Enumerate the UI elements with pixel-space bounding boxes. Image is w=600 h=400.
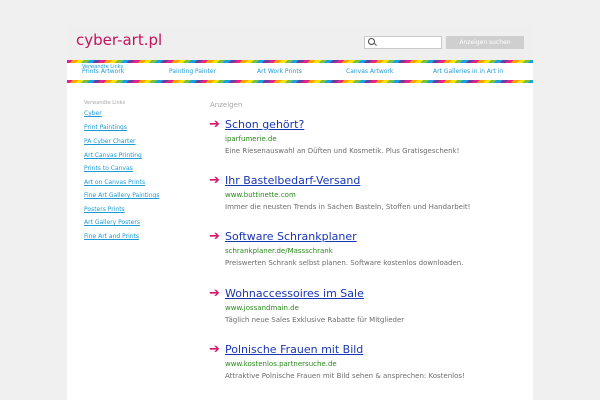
domain-name: cyber-art.pl: [76, 31, 163, 49]
sidebar-link[interactable]: Art on Canvas Prints: [84, 179, 145, 186]
ad-url[interactable]: www.kostenlos.partnersuche.de: [225, 360, 337, 368]
sidebar-link[interactable]: Fine Art Gallery Paintings: [84, 192, 159, 199]
search-button[interactable]: Anzeigen suchen: [446, 36, 524, 49]
sidebar-link[interactable]: Prints to Canvas: [84, 165, 133, 172]
ad-url[interactable]: www.jossandmain.de: [225, 304, 299, 312]
sidebar-title: Verwandte Links: [84, 100, 126, 106]
ad-item: ➔ Schon gehört? iparfumerie.de Eine Ries…: [209, 118, 519, 168]
sidebar-link[interactable]: Posters Prints: [84, 206, 125, 213]
ad-title-link[interactable]: Schon gehört?: [225, 118, 304, 132]
top-nav-link[interactable]: Art Work Prints: [257, 68, 302, 75]
search-icon: [368, 38, 375, 45]
top-nav-link[interactable]: Art Galleries in in Art in: [433, 68, 503, 75]
ad-item: ➔ Wohnaccessoires im Sale www.jossandmai…: [209, 287, 519, 337]
arrow-icon: ➔: [209, 229, 220, 244]
sidebar-link[interactable]: Fine Art and Prints: [84, 233, 139, 240]
sidebar-link[interactable]: Art Canvas Printing: [84, 152, 142, 159]
ads-title: Anzeigen: [210, 101, 243, 109]
arrow-icon: ➔: [209, 117, 220, 132]
sidebar-link[interactable]: Art Gallery Posters: [84, 219, 140, 226]
ad-url[interactable]: www.buttinette.com: [225, 191, 296, 199]
ad-item: ➔ Ihr Bastelbedarf-Versand www.buttinett…: [209, 174, 519, 224]
sidebar-link[interactable]: Print Paintings: [84, 124, 127, 131]
sidebar-link[interactable]: Cyber: [84, 110, 102, 117]
ad-title-link[interactable]: Software Schrankplaner: [225, 230, 357, 244]
ad-description: Preiswerten Schrank selbst planen. Softw…: [225, 259, 464, 267]
top-nav-link[interactable]: Canvas Artwork: [346, 68, 393, 75]
ad-title-link[interactable]: Wohnaccessoires im Sale: [225, 287, 364, 301]
page-container: cyber-art.pl Anzeigen suchen Verwandte L…: [67, 26, 533, 400]
ad-item: ➔ Polnische Frauen mit Bild www.kostenlo…: [209, 343, 519, 393]
search-input[interactable]: [364, 36, 442, 49]
top-nav-link[interactable]: Prints Artwork: [82, 68, 124, 75]
ad-title-link[interactable]: Polnische Frauen mit Bild: [225, 343, 363, 357]
ad-url[interactable]: iparfumerie.de: [225, 135, 277, 143]
color-stripe-bottom: [67, 80, 533, 83]
arrow-icon: ➔: [209, 342, 220, 357]
top-nav-link[interactable]: Painting Painter: [169, 68, 216, 75]
ad-title-link[interactable]: Ihr Bastelbedarf-Versand: [225, 174, 360, 188]
ad-item: ➔ Software Schrankplaner schrankplaner.d…: [209, 230, 519, 280]
arrow-icon: ➔: [209, 173, 220, 188]
sidebar-link[interactable]: PA Cyber Charter: [84, 138, 136, 145]
color-stripe-top: [67, 60, 533, 63]
ad-description: Eine Riesenauswahl an Düften und Kosmeti…: [225, 147, 460, 155]
ad-url[interactable]: schrankplaner.de/Massschrank: [225, 247, 333, 255]
ad-description: Immer die neusten Trends in Sachen Baste…: [225, 203, 471, 211]
header: cyber-art.pl Anzeigen suchen: [67, 26, 533, 60]
ad-description: Attraktive Polnische Frauen mit Bild seh…: [225, 372, 465, 380]
arrow-icon: ➔: [209, 286, 220, 301]
ad-description: Täglich neue Sales Exklusive Rabatte für…: [225, 316, 405, 324]
